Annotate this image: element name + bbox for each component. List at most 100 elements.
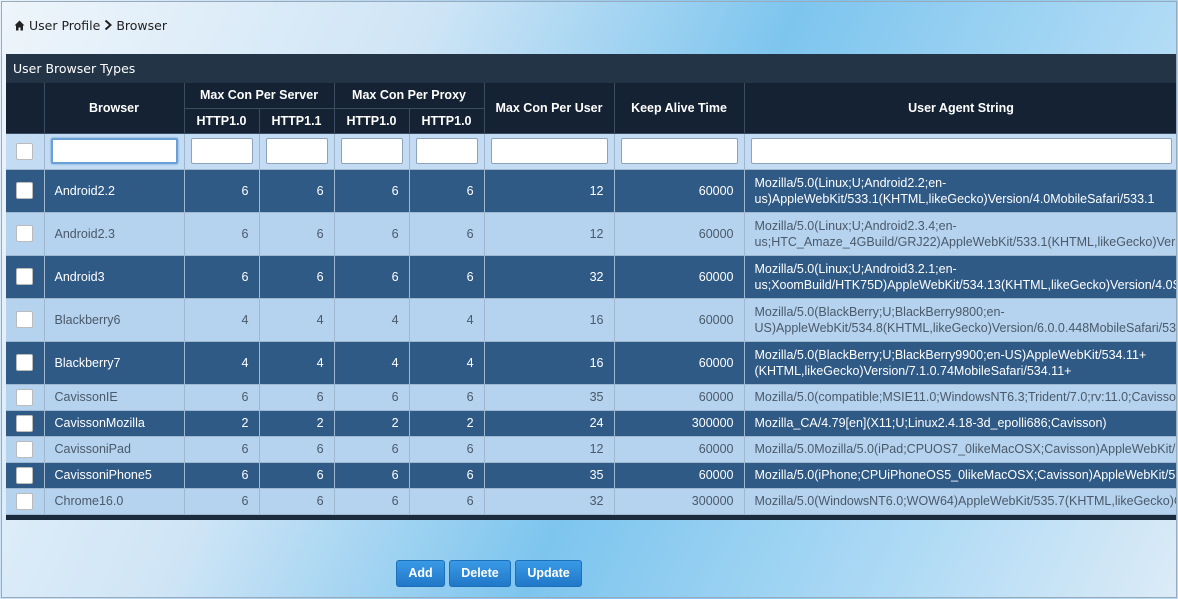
- filter-browser-input[interactable]: [50, 138, 178, 164]
- filter-keep-alive-input[interactable]: [620, 138, 738, 164]
- filter-proxy10-cell: [334, 133, 410, 170]
- select-all-checkbox[interactable]: [16, 142, 34, 160]
- cell-user: 32: [484, 488, 615, 515]
- cell-p10b: 6: [409, 436, 485, 463]
- app-frame: User Profile Browser User Browser Types …: [1, 1, 1177, 598]
- cell-s10: 4: [184, 298, 260, 342]
- filter-ua-cell: [744, 133, 1176, 170]
- row-checkbox[interactable]: [16, 492, 34, 510]
- cell-p10: 6: [334, 462, 410, 489]
- table-row[interactable]: Android2.2 6 6 6 6 12 60000 Mozilla/5.0(Linux;U…: [6, 169, 1176, 213]
- cell-user: 32: [484, 255, 615, 299]
- row-checkbox[interactable]: [16, 268, 34, 285]
- cell-user-agent: Mozilla/5.0(BlackBerry;U;BlackBerry9800;…: [744, 298, 1176, 342]
- cell-browser: CavissonIE: [44, 384, 185, 411]
- cell-p10: 4: [334, 298, 410, 342]
- row-checkbox[interactable]: [16, 440, 34, 458]
- filter-server-http11-input[interactable]: [265, 138, 328, 164]
- cell-s11: 4: [259, 341, 335, 385]
- cell-p10: 6: [334, 169, 410, 213]
- cell-p10: 4: [334, 341, 410, 385]
- cell-user: 35: [484, 462, 615, 489]
- cell-keep: 60000: [614, 384, 745, 411]
- filter-user-cell: [484, 133, 615, 170]
- row-select-cell: [6, 462, 45, 489]
- header-proxy-http10[interactable]: HTTP1.0: [334, 108, 410, 134]
- filter-proxy-http10b-input[interactable]: [415, 138, 478, 164]
- cell-p10: 6: [334, 384, 410, 411]
- filter-max-con-per-user-input[interactable]: [490, 138, 608, 164]
- cell-s11: 6: [259, 488, 335, 515]
- cell-user: 24: [484, 410, 615, 437]
- cell-p10: 2: [334, 410, 410, 437]
- row-checkbox[interactable]: [16, 414, 34, 432]
- table-row[interactable]: Blackberry6 4 4 4 4 16 60000 Mozilla/5.0(BlackB…: [6, 298, 1176, 342]
- filter-server-http10-input[interactable]: [190, 138, 253, 164]
- update-button[interactable]: Update: [515, 560, 582, 587]
- header-server-http10[interactable]: HTTP1.0: [184, 108, 260, 134]
- row-checkbox[interactable]: [16, 311, 34, 328]
- cell-s10: 2: [184, 410, 260, 437]
- table-row[interactable]: CavissonIE 6 6 6 6 35 60000 Mozilla/5.0(compati…: [6, 384, 1176, 411]
- cell-p10b: 6: [409, 212, 485, 256]
- header-proxy-http10b[interactable]: HTTP1.0: [409, 108, 485, 134]
- cell-keep: 60000: [614, 255, 745, 299]
- breadcrumb-root[interactable]: User Profile: [29, 18, 100, 33]
- filter-server11-cell: [259, 133, 335, 170]
- header-user-agent-string[interactable]: User Agent String: [744, 83, 1176, 134]
- home-icon[interactable]: [14, 20, 25, 31]
- cell-browser: CavissoniPhone5: [44, 462, 185, 489]
- row-checkbox[interactable]: [16, 466, 34, 484]
- table-row[interactable]: Android2.3 6 6 6 6 12 60000 Mozilla/5.0(Linux;U…: [6, 212, 1176, 256]
- cell-browser: Chrome16.0: [44, 488, 185, 515]
- table-row[interactable]: CavissoniPhone5 6 6 6 6 35 60000 Mozilla/5.0(iP…: [6, 462, 1176, 489]
- filter-keep-cell: [614, 133, 745, 170]
- row-checkbox[interactable]: [16, 388, 34, 406]
- filter-select-cell: [6, 133, 45, 170]
- cell-p10: 6: [334, 436, 410, 463]
- cell-s10: 6: [184, 255, 260, 299]
- cell-p10b: 4: [409, 298, 485, 342]
- cell-p10b: 6: [409, 169, 485, 213]
- cell-user-agent: Mozilla/5.0(Linux;U;Android3.2.1;en-us;X…: [744, 255, 1176, 299]
- cell-user: 12: [484, 436, 615, 463]
- header-server-http11[interactable]: HTTP1.1: [259, 108, 335, 134]
- row-checkbox[interactable]: [16, 354, 34, 371]
- delete-button[interactable]: Delete: [449, 560, 511, 587]
- cell-s10: 4: [184, 341, 260, 385]
- row-select-cell: [6, 384, 45, 411]
- cell-p10: 6: [334, 488, 410, 515]
- table-row[interactable]: Chrome16.0 6 6 6 6 32 300000 Mozilla/5.0(Window…: [6, 488, 1176, 515]
- row-select-cell: [6, 488, 45, 515]
- cell-keep: 60000: [614, 298, 745, 342]
- header-max-con-per-server: Max Con Per Server: [184, 83, 335, 109]
- chevron-right-icon: [104, 20, 113, 30]
- cell-s11: 6: [259, 462, 335, 489]
- cell-s10: 6: [184, 212, 260, 256]
- cell-s10: 6: [184, 488, 260, 515]
- cell-keep: 60000: [614, 462, 745, 489]
- add-button[interactable]: Add: [396, 560, 445, 587]
- cell-keep: 60000: [614, 169, 745, 213]
- cell-s10: 6: [184, 436, 260, 463]
- filter-user-agent-input[interactable]: [750, 138, 1172, 164]
- header-max-con-per-proxy: Max Con Per Proxy: [334, 83, 485, 109]
- header-browser[interactable]: Browser: [44, 83, 185, 134]
- row-checkbox[interactable]: [16, 225, 34, 242]
- cell-p10b: 6: [409, 384, 485, 411]
- row-select-cell: [6, 436, 45, 463]
- table-row[interactable]: Blackberry7 4 4 4 4 16 60000 Mozilla/5.0(BlackB…: [6, 341, 1176, 385]
- filter-browser-cell: [44, 133, 185, 170]
- row-checkbox[interactable]: [16, 182, 34, 199]
- cell-s11: 6: [259, 255, 335, 299]
- header-keep-alive-time[interactable]: Keep Alive Time: [614, 83, 745, 134]
- table-row[interactable]: CavissonMozilla 2 2 2 2 24 300000 Mozilla_CA/4.…: [6, 410, 1176, 437]
- cell-browser: Blackberry6: [44, 298, 185, 342]
- filter-proxy-http10-input[interactable]: [340, 138, 403, 164]
- cell-user: 12: [484, 212, 615, 256]
- row-select-cell: [6, 255, 45, 299]
- cell-user: 16: [484, 341, 615, 385]
- table-row[interactable]: Android3 6 6 6 6 32 60000 Mozilla/5.0(Linux;U;A…: [6, 255, 1176, 299]
- header-max-con-per-user[interactable]: Max Con Per User: [484, 83, 615, 134]
- table-row[interactable]: CavissoniPad 6 6 6 6 12 60000 Mozilla/5.0Mozill…: [6, 436, 1176, 463]
